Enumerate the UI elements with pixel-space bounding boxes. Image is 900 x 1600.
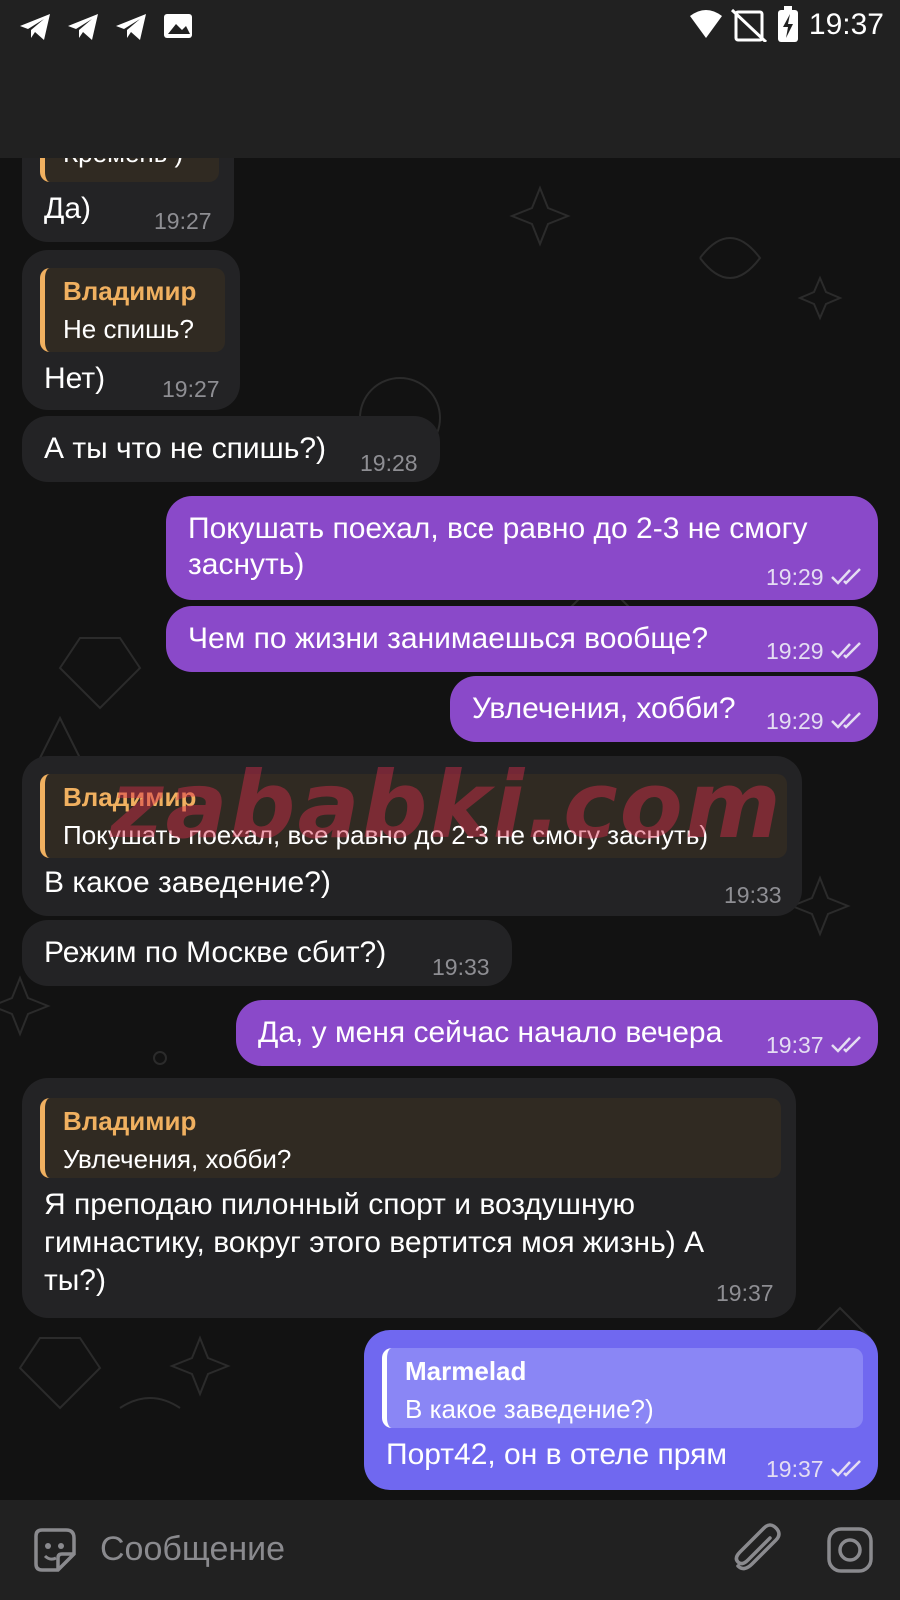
message-text: Увлечения, хобби? [472, 692, 736, 725]
double-check-icon [831, 568, 861, 585]
message-outgoing[interactable]: Увлечения, хобби? 19:29 [450, 676, 878, 742]
message-text-line: Я преподаю пилонный спорт и воздушную [44, 1188, 636, 1221]
reply-quote[interactable]: Владимир Не спишь? [40, 268, 225, 352]
message-outgoing[interactable]: Чем по жизни занимаешься вообще? 19:29 [166, 606, 878, 672]
quote-author: Marmelad [405, 1356, 527, 1386]
message-text-line: заснуть) [188, 548, 305, 581]
message-incoming[interactable]: Владимир Не спишь? Нет) 19:27 [22, 250, 240, 410]
message-incoming[interactable]: Владимир Увлечения, хобби? Я преподаю пи… [22, 1078, 796, 1318]
quote-text: Увлечения, хобби? [63, 1144, 292, 1174]
telegram-notification-icons [20, 14, 192, 40]
message-input[interactable]: Сообщение [100, 1530, 285, 1569]
message-text: Да) [44, 192, 91, 225]
avatar-letter: M [157, 89, 183, 122]
attach-paperclip-icon[interactable] [730, 1522, 786, 1578]
message-time: 19:37 [716, 1280, 774, 1306]
message-text-line: Покушать поехал, все равно до 2-3 не смо… [188, 512, 808, 545]
camera-record-icon[interactable] [826, 1526, 874, 1574]
status-bar: 19:37 [0, 0, 900, 52]
message-outgoing[interactable]: Да, у меня сейчас начало вечера 19:37 [236, 1000, 878, 1066]
message-incoming[interactable]: Кремень ) Да) 19:27 [22, 130, 234, 242]
double-check-icon [831, 1036, 861, 1053]
chat-title[interactable]: Marmelad [236, 64, 395, 103]
more-options-icon[interactable] [840, 82, 856, 126]
phone-icon[interactable] [736, 82, 780, 126]
quote-author: Владимир [63, 276, 197, 306]
reply-quote[interactable]: Marmelad В какое заведение?) [382, 1348, 863, 1428]
message-text: Чем по жизни занимаешься вообще? [188, 622, 709, 655]
message-text-line: ты?) [44, 1264, 106, 1297]
battery-charging-icon [778, 6, 798, 42]
online-status: в сети [236, 110, 316, 141]
watermark: zababki.com [110, 752, 783, 859]
message-text: Порт42, он в отеле прям [386, 1438, 728, 1471]
double-check-icon [831, 642, 861, 659]
message-time: 19:33 [724, 882, 782, 908]
message-outgoing[interactable]: Покушать поехал, все равно до 2-3 не смо… [166, 496, 878, 600]
message-time: 19:29 [766, 564, 824, 590]
message-text: В какое заведение?) [44, 866, 331, 899]
message-time: 19:37 [766, 1456, 824, 1482]
message-text-line: гимнастику, вокруг этого вертится моя жи… [44, 1226, 705, 1259]
double-check-icon [831, 712, 861, 729]
double-check-icon [831, 1460, 861, 1477]
message-input-bar: Сообщение [0, 1500, 900, 1600]
message-time: 19:27 [154, 208, 212, 234]
quote-author: Владимир [63, 1106, 197, 1136]
message-time: 19:27 [162, 376, 220, 402]
message-time: 19:37 [766, 1032, 824, 1058]
quote-text: Не спишь? [63, 314, 194, 344]
emoji-sticker-icon[interactable] [30, 1526, 78, 1574]
message-text: Нет) [44, 362, 106, 395]
message-text: Да, у меня сейчас начало вечера [258, 1016, 723, 1049]
back-arrow-icon[interactable] [36, 84, 76, 124]
reply-quote[interactable]: Владимир Увлечения, хобби? [40, 1098, 781, 1178]
message-time: 19:29 [766, 708, 824, 734]
message-incoming[interactable]: Режим по Москве сбит?) 19:33 [22, 920, 512, 986]
message-text: Режим по Москве сбит?) [44, 936, 387, 969]
wifi-icon [690, 8, 768, 42]
message-time: 19:28 [360, 450, 418, 476]
quote-text: Кремень ) [63, 138, 184, 168]
message-outgoing[interactable]: Marmelad В какое заведение?) Порт42, он … [364, 1330, 878, 1490]
message-text: А ты что не спишь?) [44, 432, 326, 465]
reply-quote[interactable]: Кремень ) [40, 130, 219, 182]
message-time: 19:29 [766, 638, 824, 664]
status-time: 19:37 [808, 8, 884, 41]
message-time: 19:33 [432, 954, 490, 980]
quote-text: В какое заведение?) [405, 1394, 654, 1424]
message-incoming[interactable]: А ты что не спишь?) 19:28 [22, 416, 440, 482]
